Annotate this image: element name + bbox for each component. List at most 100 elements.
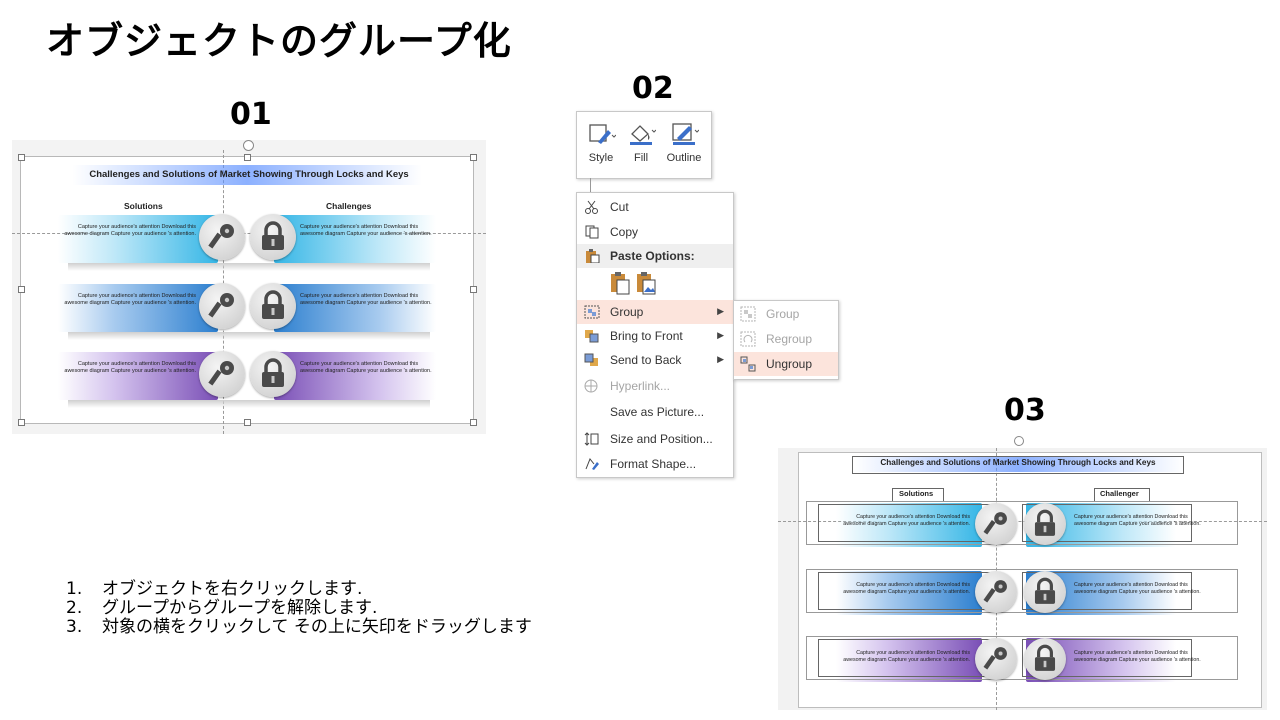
menu-item-group[interactable]: Group ▶ xyxy=(577,300,733,324)
lock-icon[interactable] xyxy=(1024,571,1066,613)
key-icon[interactable] xyxy=(975,503,1017,545)
send-back-icon xyxy=(584,353,598,366)
outline-label: Outline xyxy=(666,152,702,164)
menu-item-cut[interactable]: Cut xyxy=(577,195,733,219)
paste-picture-button[interactable] xyxy=(635,271,657,295)
body-text: Capture your audience's attention Downlo… xyxy=(1074,582,1201,595)
resize-handle[interactable] xyxy=(18,419,25,426)
outline-pen-icon xyxy=(672,123,699,145)
paste-keep-source-icon xyxy=(611,272,630,295)
hyperlink-icon xyxy=(584,379,598,393)
body-text: Capture your audience's attention Downlo… xyxy=(300,224,432,237)
menu-item-bring-to-front[interactable]: Bring to Front ▶ xyxy=(577,324,733,348)
body-text: Capture your audience's attention Downlo… xyxy=(64,361,196,374)
key-icon[interactable] xyxy=(975,638,1017,680)
step-label-01: 01 xyxy=(230,97,272,132)
resize-handle[interactable] xyxy=(470,286,477,293)
menu-item-hyperlink[interactable]: Hyperlink... xyxy=(577,374,733,398)
resize-handle[interactable] xyxy=(244,419,251,426)
slide-title: Challenges and Solutions of Market Showi… xyxy=(880,458,1156,467)
menu-item-save-as-picture[interactable]: Save as Picture... xyxy=(577,400,733,424)
body-text: Capture your audience's attention Downlo… xyxy=(843,650,970,663)
submenu-item-ungroup[interactable]: Ungroup xyxy=(734,352,838,376)
step-label-02: 02 xyxy=(632,71,674,106)
resize-handle[interactable] xyxy=(18,154,25,161)
body-text: Capture your audience's attention Downlo… xyxy=(64,293,196,306)
style-button[interactable]: Style xyxy=(581,118,621,164)
body-text: Capture your audience's attention Downlo… xyxy=(300,361,432,374)
menu-item-label: Format Shape... xyxy=(610,457,697,471)
key-icon[interactable] xyxy=(975,571,1017,613)
band-right-2 xyxy=(274,284,436,332)
body-text: Capture your audience's attention Downlo… xyxy=(300,293,432,306)
menu-item-send-to-back[interactable]: Send to Back ▶ xyxy=(577,348,733,372)
step-label-03: 03 xyxy=(1004,393,1046,428)
group-submenu: Group Regroup Ungroup xyxy=(733,300,839,380)
menu-item-copy[interactable]: Copy xyxy=(577,220,733,244)
step-number: 1. xyxy=(66,579,83,599)
band-left-2 xyxy=(58,284,218,332)
lock-icon[interactable] xyxy=(1024,503,1066,545)
paste-keep-source-button[interactable] xyxy=(609,271,631,295)
menu-item-label: Copy xyxy=(610,225,639,239)
body-text: Capture your audience's attention Downlo… xyxy=(843,514,970,527)
step-text: オブジェクトを右クリックします. xyxy=(102,579,363,599)
copy-icon xyxy=(585,225,599,239)
ungroup-icon xyxy=(740,356,756,372)
key-icon xyxy=(199,351,245,397)
menu-item-label: Size and Position... xyxy=(610,432,713,446)
rotate-handle[interactable] xyxy=(243,140,254,151)
outline-button[interactable]: Outline xyxy=(661,118,707,164)
lock-icon xyxy=(250,283,296,329)
group-icon xyxy=(584,305,600,319)
menu-item-label: Hyperlink... xyxy=(610,379,671,393)
instruction-step: 2. グループからグループを解除します. xyxy=(66,599,606,618)
body-text: Capture your audience's attention Downlo… xyxy=(1074,650,1201,663)
format-shape-icon xyxy=(585,458,599,470)
resize-handle[interactable] xyxy=(470,154,477,161)
menu-item-size-and-position[interactable]: Size and Position... xyxy=(577,427,733,451)
body-text: Capture your audience's attention Downlo… xyxy=(1074,514,1201,527)
resize-handle[interactable] xyxy=(244,154,251,161)
submenu-item-label: Regroup xyxy=(766,332,813,346)
body-text: Capture your audience's attention Downlo… xyxy=(64,224,196,237)
fill-button[interactable]: Fill xyxy=(621,118,661,164)
menu-paste-options: Paste Options: xyxy=(577,244,733,268)
lock-icon xyxy=(250,351,296,397)
resize-handle[interactable] xyxy=(470,419,477,426)
resize-handle[interactable] xyxy=(18,286,25,293)
challenges-heading: Challenges xyxy=(326,201,372,211)
submenu-item-regroup[interactable]: Regroup xyxy=(734,327,838,351)
size-position-icon xyxy=(584,432,599,446)
solutions-heading: Solutions xyxy=(124,201,163,211)
slide-title: Challenges and Solutions of Market Showi… xyxy=(89,169,409,180)
band-shadow xyxy=(68,332,430,340)
key-icon xyxy=(199,283,245,329)
submenu-item-label: Group xyxy=(766,307,800,321)
regroup-icon xyxy=(740,331,756,347)
submenu-item-group[interactable]: Group xyxy=(734,302,838,326)
style-label: Style xyxy=(588,152,614,164)
body-text: Capture your audience's attention Downlo… xyxy=(843,582,970,595)
step-text: グループからグループを解除します. xyxy=(102,598,378,618)
menu-item-label: Save as Picture... xyxy=(610,405,705,419)
lock-icon[interactable] xyxy=(1024,638,1066,680)
menu-item-format-shape[interactable]: Format Shape... xyxy=(577,452,733,476)
submenu-arrow-icon: ▶ xyxy=(717,330,724,340)
lock-icon xyxy=(250,214,296,260)
shape-format-mini-toolbar: Style Fill Outline xyxy=(576,111,712,179)
rotate-handle[interactable] xyxy=(1014,436,1024,446)
instruction-list: 1. オブジェクトを右クリックします. 2. グループからグループを解除します.… xyxy=(66,580,606,637)
slide-panel-grouped: Challenges and Solutions of Market Showi… xyxy=(12,140,486,434)
context-menu: Cut Copy Paste Options: Group ▶ Bring to… xyxy=(576,192,734,478)
challenger-heading: Challenger xyxy=(1100,489,1139,498)
menu-item-label: Cut xyxy=(610,200,629,214)
group-icon xyxy=(740,306,756,322)
solutions-heading: Solutions xyxy=(899,489,934,498)
fill-bucket-icon xyxy=(630,125,656,145)
menu-item-label: Paste Options: xyxy=(610,249,695,263)
connector-line xyxy=(590,178,591,192)
scissors-icon xyxy=(585,200,598,214)
step-text: 対象の横をクリックして その上に矢印をドラッグします xyxy=(102,617,532,637)
band-shadow xyxy=(68,263,430,271)
